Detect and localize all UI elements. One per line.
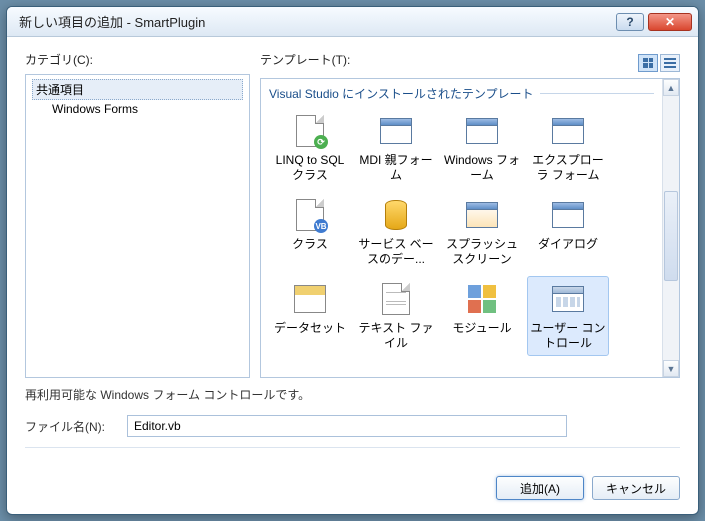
cancel-button[interactable]: キャンセル: [592, 476, 680, 500]
template-item-icon: [464, 197, 500, 233]
template-item-label: テキスト ファイル: [358, 321, 434, 351]
template-group-label: Visual Studio にインストールされたテンプレート: [269, 85, 534, 102]
category-label: カテゴリ(C):: [25, 51, 250, 68]
template-item[interactable]: ユーザー コントロール: [527, 276, 609, 356]
add-button[interactable]: 追加(A): [496, 476, 584, 500]
template-item[interactable]: VB クラス: [269, 192, 351, 272]
template-item-icon: [550, 113, 586, 149]
filename-row: ファイル名(N):: [25, 415, 680, 437]
category-panel: カテゴリ(C): 共通項目 Windows Forms: [25, 51, 250, 378]
filename-input[interactable]: [127, 415, 567, 437]
template-item-icon: VB: [292, 197, 328, 233]
scroll-thumb[interactable]: [664, 191, 678, 281]
templates-scroll: Visual Studio にインストールされたテンプレート ⟳ LINQ to …: [261, 79, 662, 377]
template-item-label: スプラッシュ スクリーン: [444, 237, 520, 267]
template-item[interactable]: ⟳ LINQ to SQL クラス: [269, 108, 351, 188]
template-item[interactable]: Windows フォーム: [441, 108, 523, 188]
template-header: テンプレート(T):: [260, 51, 680, 74]
template-items: ⟳ LINQ to SQL クラス MDI 親フォーム Windows フォームエクス…: [269, 108, 654, 356]
template-item[interactable]: モジュール: [441, 276, 523, 356]
close-button[interactable]: ✕: [648, 13, 692, 31]
divider: [25, 447, 680, 448]
template-item-icon: [378, 113, 414, 149]
templates-label: テンプレート(T):: [260, 51, 350, 68]
vertical-scrollbar[interactable]: ▲ ▼: [662, 79, 679, 377]
help-button[interactable]: ?: [616, 13, 644, 31]
template-item-label: ユーザー コントロール: [530, 321, 606, 351]
template-item[interactable]: エクスプローラ フォーム: [527, 108, 609, 188]
dialog-body: カテゴリ(C): 共通項目 Windows Forms テンプレート(T):: [7, 37, 698, 514]
template-item-label: モジュール: [452, 321, 511, 336]
template-item-icon: ⟳: [292, 113, 328, 149]
titlebar-buttons: ? ✕: [616, 13, 692, 31]
scroll-down-button[interactable]: ▼: [663, 360, 679, 377]
template-item-label: クラス: [292, 237, 328, 252]
template-item-label: MDI 親フォーム: [358, 153, 434, 183]
window-title: 新しい項目の追加 - SmartPlugin: [19, 12, 616, 31]
template-item-label: LINQ to SQL クラス: [272, 153, 348, 183]
template-item[interactable]: テキスト ファイル: [355, 276, 437, 356]
view-large-icons-button[interactable]: [638, 54, 658, 72]
template-item-label: データセット: [274, 321, 346, 336]
templates-listbox[interactable]: Visual Studio にインストールされたテンプレート ⟳ LINQ to …: [260, 78, 680, 378]
view-mode-buttons: [638, 54, 680, 72]
template-item[interactable]: MDI 親フォーム: [355, 108, 437, 188]
template-item[interactable]: サービス ベースのデー...: [355, 192, 437, 272]
template-item-icon: [464, 113, 500, 149]
divider: [540, 93, 654, 94]
template-item[interactable]: データセット: [269, 276, 351, 356]
footer-buttons: 追加(A) キャンセル: [25, 476, 680, 500]
template-item-icon: [550, 197, 586, 233]
template-item-icon: [378, 197, 414, 233]
template-item-icon: [292, 281, 328, 317]
template-panel: テンプレート(T): Visual Studio にインストールされたテンプレー…: [260, 51, 680, 378]
template-item-label: サービス ベースのデー...: [358, 237, 434, 267]
template-item-icon: [550, 281, 586, 317]
scroll-track[interactable]: [663, 96, 679, 360]
scroll-up-button[interactable]: ▲: [663, 79, 679, 96]
template-item-label: Windows フォーム: [444, 153, 520, 183]
filename-label: ファイル名(N):: [25, 418, 115, 435]
template-item-label: エクスプローラ フォーム: [530, 153, 606, 183]
template-item-icon: [464, 281, 500, 317]
main-split: カテゴリ(C): 共通項目 Windows Forms テンプレート(T):: [25, 51, 680, 378]
category-item-winforms[interactable]: Windows Forms: [32, 100, 243, 118]
dialog-window: 新しい項目の追加 - SmartPlugin ? ✕ カテゴリ(C): 共通項目…: [6, 6, 699, 515]
template-item[interactable]: スプラッシュ スクリーン: [441, 192, 523, 272]
template-description: 再利用可能な Windows フォーム コントロールです。: [25, 386, 680, 403]
template-item-icon: [378, 281, 414, 317]
titlebar: 新しい項目の追加 - SmartPlugin ? ✕: [7, 7, 698, 37]
template-item[interactable]: ダイアログ: [527, 192, 609, 272]
category-tree[interactable]: 共通項目 Windows Forms: [25, 74, 250, 378]
category-item-common[interactable]: 共通項目: [32, 79, 243, 100]
template-item-label: ダイアログ: [538, 237, 598, 252]
template-group-header: Visual Studio にインストールされたテンプレート: [269, 85, 654, 102]
view-small-icons-button[interactable]: [660, 54, 680, 72]
